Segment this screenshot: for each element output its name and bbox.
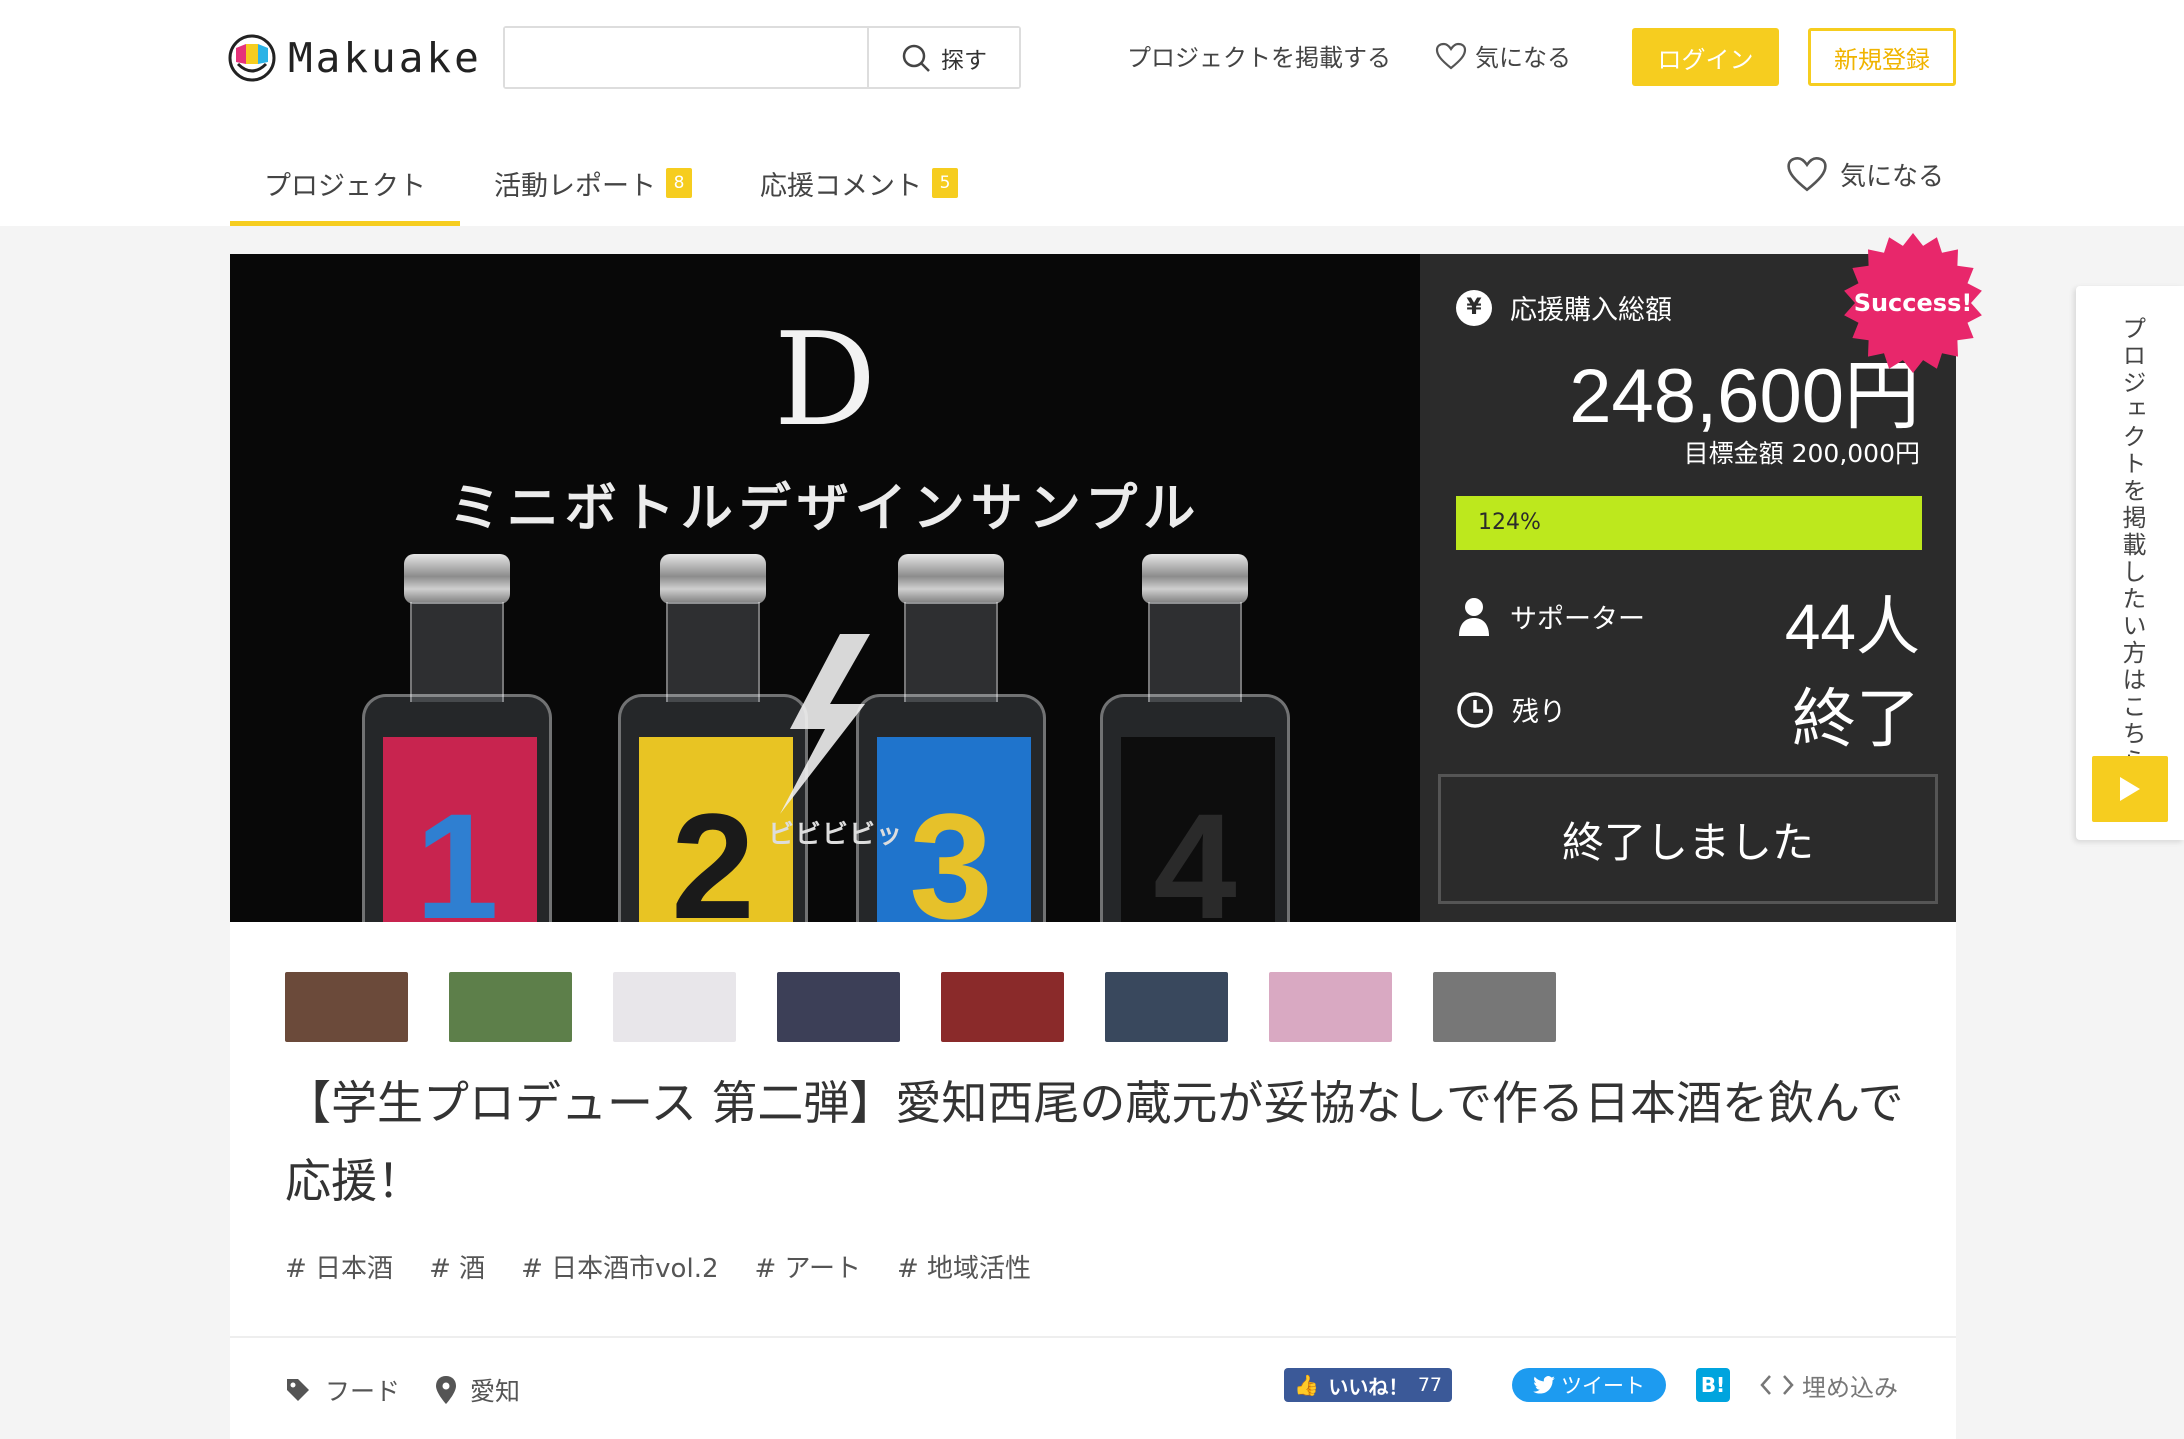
hatena-bookmark-button[interactable]: B! [1696,1368,1730,1402]
post-project-link[interactable]: プロジェクトを掲載する [1127,38,1391,73]
side-banner-text: プロジェクトを掲載したい方はこちら [2118,316,2146,775]
tab-support-comments[interactable]: 応援コメント 5 [726,140,992,226]
side-banner-button[interactable] [2092,756,2168,822]
hero-onomatopoeia: ビビビビッ [768,820,904,850]
twitter-bird-icon [1533,1376,1555,1394]
embed-label: 埋め込み [1802,1373,1898,1402]
embed-link[interactable]: 埋め込み [1760,1368,1898,1402]
image-thumbnails [285,972,1556,1042]
favorite-project-button[interactable]: 気になる [1786,155,1944,193]
remaining-value: 終了 [1792,683,1920,755]
project-main-image[interactable]: D ミニボトルデザインサンプル 1 2 3 4 ビビビビッ [230,254,1420,922]
favorite-project-label: 気になる [1840,161,1945,192]
yen-icon: ¥ [1456,289,1492,326]
register-button[interactable]: 新規登録 [1808,28,1956,86]
tag-link[interactable]: # 日本酒市vol.2 [521,1248,718,1285]
project-meta: フード 愛知 [285,1372,520,1408]
like-label: いいね！ [1328,1374,1409,1399]
search-button-label: 探す [941,47,987,74]
category-link[interactable]: フード [285,1372,400,1408]
supporters-count: 44人 [1784,591,1920,663]
search-icon [902,44,930,72]
tag-link[interactable]: # 日本酒 [285,1248,393,1285]
side-post-project-banner[interactable]: プロジェクトを掲載したい方はこちら [2076,286,2184,840]
activity-report-count-badge: 8 [666,168,692,198]
remaining-label-row: 残り [1456,690,1566,729]
tweet-button[interactable]: ツイート [1512,1368,1666,1402]
progress-percent: 124% [1478,510,1541,535]
thumbnail-3[interactable] [613,972,736,1042]
thumbnail-5[interactable] [941,972,1064,1042]
project-tags: # 日本酒 # 酒 # 日本酒市vol.2 # アート # 地域活性 [285,1248,1031,1285]
bottle-1: 1 [362,554,552,922]
tab-activity-report-label: 活動レポート [494,170,656,202]
tag-link[interactable]: # 地域活性 [897,1248,1031,1285]
category-label: フード [325,1377,401,1406]
search-input[interactable] [505,28,867,87]
makuake-logo[interactable]: Makuake [228,33,482,83]
location-link[interactable]: 愛知 [436,1372,520,1408]
thumbnail-7[interactable] [1269,972,1392,1042]
lightning-bolt-icon [780,634,870,814]
project-title: 【学生プロデュース 第二弾】愛知西尾の蔵元が妥協なしで作る日本酒を飲んで応援！ [285,1076,1904,1208]
facebook-like-button[interactable]: 👍 いいね！ 77 [1284,1368,1452,1402]
thumbnail-1[interactable] [285,972,408,1042]
heart-icon [1435,42,1467,69]
code-icon [1760,1375,1794,1395]
search-button[interactable]: 探す [867,28,1019,87]
hero-title: ミニボトルデザインサンプル [448,479,1202,539]
supporters-label-row: サポーター [1456,596,1645,636]
favorite-link[interactable]: 気になる [1435,38,1571,73]
thumbnail-2[interactable] [449,972,572,1042]
hero-letter: D [773,306,877,455]
like-count: 77 [1417,1374,1442,1396]
remaining-label: 残り [1512,697,1566,728]
project-ended-button[interactable]: 終了しました [1438,774,1938,904]
makuake-logo-icon [228,34,276,82]
project-info-card: 【学生プロデュース 第二弾】愛知西尾の蔵元が妥協なしで作る日本酒を飲んで応援！ … [230,922,1956,1439]
location-pin-icon [436,1376,457,1404]
logo-text: Makuake [288,34,482,82]
tag-icon [287,1379,309,1401]
bottle-number: 4 [1153,782,1237,922]
clock-icon [1457,691,1493,728]
thumbnail-6[interactable] [1105,972,1228,1042]
amount-label-row: ¥ 応援購入総額 [1456,288,1672,327]
search-box: 探す [503,26,1021,89]
tab-support-comments-label: 応援コメント [760,170,922,202]
success-badge-text: Success! [1853,289,1973,317]
support-comments-count-badge: 5 [932,168,958,198]
person-icon [1459,598,1489,636]
success-badge: Success! [1842,232,1984,374]
bottle-number: 1 [415,782,499,922]
supporters-label: サポーター [1510,603,1645,635]
goal-amount: 目標金額 200,000円 [1683,439,1920,468]
tab-project[interactable]: プロジェクト [230,140,460,226]
thumbnail-4[interactable] [777,972,900,1042]
amount-label: 応援購入総額 [1510,295,1672,326]
tweet-label: ツイート [1561,1374,1645,1398]
funding-progress-bar: 124% [1456,496,1922,550]
heart-icon [1787,156,1827,192]
project-tabs: プロジェクト 活動レポート 8 応援コメント 5 [230,140,992,226]
play-icon [2120,777,2140,801]
bottle-3: 3 [856,554,1046,922]
location-label: 愛知 [470,1377,521,1406]
tag-link[interactable]: # 酒 [429,1248,485,1285]
tab-project-label: プロジェクト [264,170,426,202]
tag-link[interactable]: # アート [755,1248,862,1285]
divider [230,1336,1956,1338]
bottle-4: 4 [1100,554,1290,922]
tab-activity-report[interactable]: 活動レポート 8 [460,140,726,226]
thumbs-up-icon: 👍 [1294,1373,1319,1397]
top-header: Makuake 探す プロジェクトを掲載する 気になる ログイン 新規登録 プロ… [0,0,2184,226]
login-button[interactable]: ログイン [1632,28,1779,86]
bottle-number: 3 [909,782,993,922]
thumbnail-8[interactable] [1433,972,1556,1042]
favorite-link-label: 気になる [1475,44,1571,72]
